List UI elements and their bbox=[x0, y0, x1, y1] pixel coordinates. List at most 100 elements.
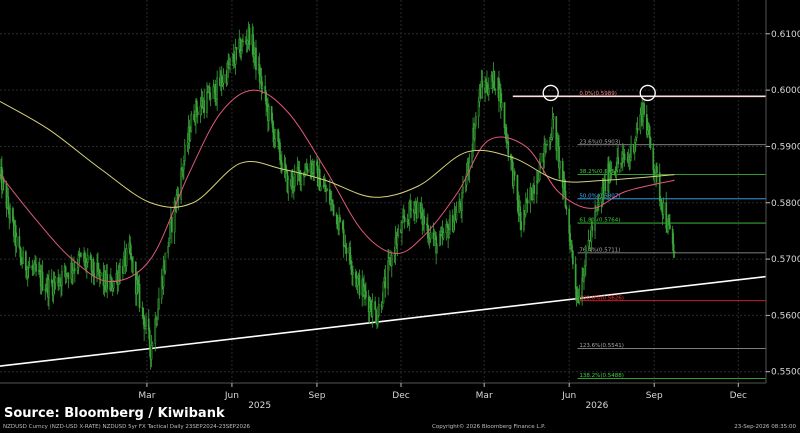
candle-body bbox=[615, 170, 618, 176]
candle-body bbox=[477, 101, 480, 117]
candle-body bbox=[438, 234, 441, 247]
candle-body bbox=[459, 201, 462, 208]
candle-body bbox=[339, 217, 341, 223]
candle-body bbox=[316, 161, 318, 166]
candle-body bbox=[306, 169, 309, 173]
candle-body bbox=[539, 153, 542, 164]
candle-body bbox=[186, 142, 189, 146]
candle-body bbox=[436, 245, 438, 254]
candle-body bbox=[287, 179, 290, 193]
candle-body bbox=[319, 186, 322, 191]
candle-body bbox=[280, 162, 283, 172]
candle-body bbox=[132, 261, 134, 272]
candle-body bbox=[158, 298, 160, 310]
candle-body bbox=[341, 221, 344, 230]
candle-body bbox=[649, 137, 652, 149]
candle-body bbox=[86, 262, 88, 268]
candle-body bbox=[520, 221, 522, 230]
candle-body bbox=[448, 229, 450, 239]
candle-body bbox=[58, 282, 60, 286]
candle-body bbox=[164, 252, 167, 272]
candle-body bbox=[409, 201, 412, 211]
candle bbox=[332, 204, 335, 217]
x-year-label: 2025 bbox=[248, 401, 271, 411]
candle-body bbox=[183, 160, 185, 170]
candle-body bbox=[516, 175, 519, 201]
candle-body bbox=[72, 270, 74, 274]
candle-body bbox=[658, 172, 661, 202]
candle-body bbox=[429, 232, 432, 240]
candle-body bbox=[229, 58, 231, 65]
candle-body bbox=[565, 206, 568, 210]
candle-body bbox=[190, 114, 193, 132]
candle-body bbox=[221, 82, 224, 86]
price-chart: 0.0%(0.5989)23.6%(0.5903)38.2%(0.5850)50… bbox=[0, 0, 800, 433]
y-tick-label: 0.5800 bbox=[771, 199, 800, 209]
candle-body bbox=[268, 106, 270, 122]
candle-body bbox=[381, 302, 384, 307]
candle-body bbox=[535, 180, 538, 194]
candle-body bbox=[344, 245, 347, 249]
candle-body bbox=[493, 70, 496, 91]
candle-body bbox=[212, 86, 215, 99]
fib-level-label: 50.0%(0.5807) bbox=[579, 193, 620, 199]
candle-body bbox=[390, 254, 393, 266]
candle-body bbox=[633, 142, 636, 153]
candle-body bbox=[156, 318, 158, 326]
candle-body bbox=[455, 211, 458, 220]
candle-body bbox=[305, 167, 308, 170]
candle-body bbox=[519, 206, 522, 222]
candle-body bbox=[396, 235, 399, 245]
candle-body bbox=[34, 262, 36, 265]
candle-body bbox=[252, 34, 255, 58]
candle-body bbox=[358, 274, 361, 296]
candle-body bbox=[552, 116, 555, 120]
candle-body bbox=[50, 279, 53, 284]
candle-body bbox=[111, 287, 114, 291]
candle-body bbox=[232, 54, 235, 62]
candle-body bbox=[537, 179, 540, 183]
candle-body bbox=[505, 127, 508, 143]
candle-body bbox=[597, 201, 600, 206]
candle-body bbox=[284, 163, 287, 171]
fib-level-label: 0.0%(0.5989) bbox=[579, 91, 617, 97]
candle-body bbox=[336, 214, 339, 229]
candle-body bbox=[511, 159, 513, 163]
candle-body bbox=[423, 216, 425, 225]
candle-body bbox=[608, 171, 611, 184]
candle-body bbox=[15, 236, 18, 247]
candle-body bbox=[364, 286, 366, 292]
candle-body bbox=[208, 87, 211, 100]
candle-body bbox=[665, 202, 668, 229]
candle-body bbox=[206, 92, 208, 113]
candle-body bbox=[375, 309, 377, 323]
candle-body bbox=[442, 232, 445, 239]
candle-body bbox=[216, 77, 218, 101]
candle-body bbox=[578, 296, 581, 303]
candle-body bbox=[636, 128, 639, 131]
candle-body bbox=[209, 98, 212, 100]
candle-body bbox=[545, 144, 547, 152]
candle bbox=[493, 70, 496, 91]
candle-body bbox=[656, 166, 658, 173]
candle-body bbox=[293, 174, 296, 187]
candle-body bbox=[546, 144, 548, 146]
candle-body bbox=[18, 236, 21, 248]
candle-body bbox=[610, 170, 613, 174]
candle-body bbox=[382, 281, 385, 304]
candle-body bbox=[365, 290, 367, 298]
candle-body bbox=[668, 218, 670, 226]
candle-body bbox=[387, 260, 389, 289]
candle bbox=[168, 237, 170, 247]
candle-body bbox=[568, 208, 571, 234]
candle-body bbox=[89, 255, 92, 260]
candle-body bbox=[64, 266, 67, 274]
x-tick-label: Mar bbox=[476, 391, 493, 401]
candle-body bbox=[533, 184, 535, 194]
candle bbox=[164, 252, 167, 275]
candle-body bbox=[112, 280, 115, 289]
candle-body bbox=[572, 251, 574, 265]
candle-body bbox=[22, 251, 24, 264]
candle-body bbox=[401, 222, 403, 234]
candle-body bbox=[19, 247, 22, 258]
